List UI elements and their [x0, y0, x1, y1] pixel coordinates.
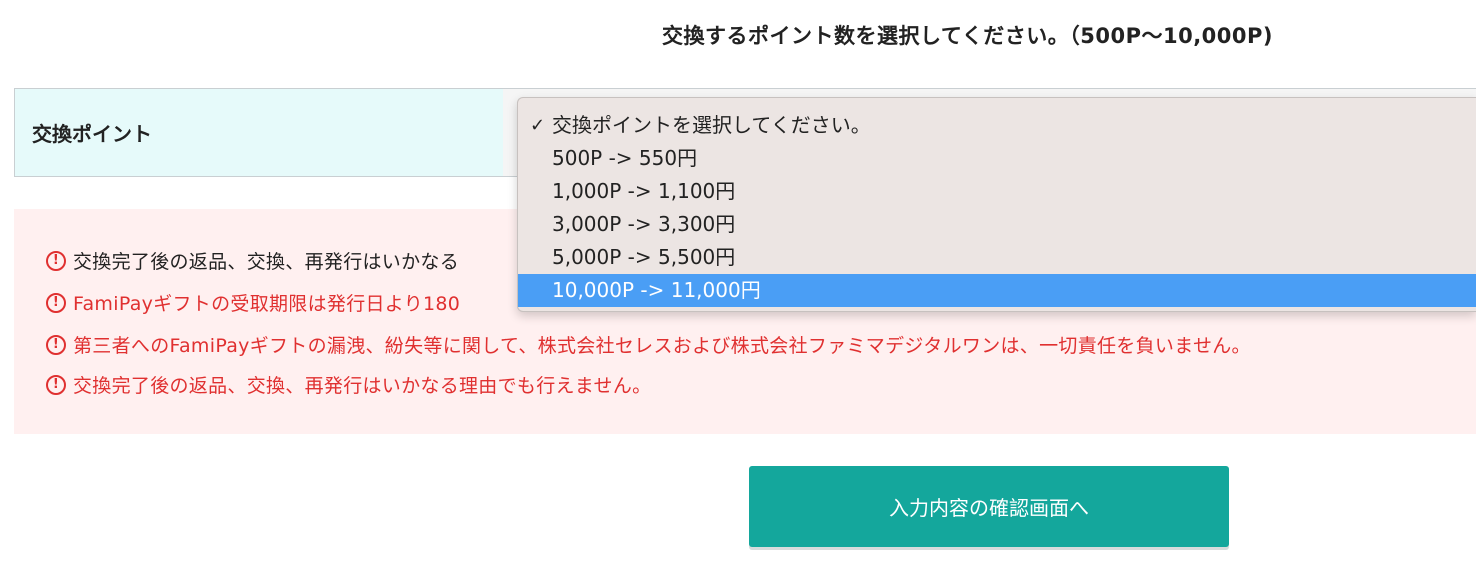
dropdown-option-1000p[interactable]: 1,000P -> 1,100円	[518, 175, 1476, 208]
option-label: 交換ポイントを選択してください。	[552, 113, 871, 137]
exchange-point-dropdown-menu: ✓ 交換ポイントを選択してください。 500P -> 550円 1,000P -…	[517, 97, 1476, 312]
notice-text: FamiPayギフトの受取期限は発行日より180	[73, 293, 461, 315]
notice-text: 交換完了後の返品、交換、再発行はいかなる	[73, 251, 460, 273]
warning-icon: !	[46, 334, 66, 355]
option-label: 3,000P -> 3,300円	[552, 212, 736, 236]
dropdown-option-3000p[interactable]: 3,000P -> 3,300円	[518, 208, 1476, 241]
dropdown-option-placeholder[interactable]: ✓ 交換ポイントを選択してください。	[518, 109, 1476, 142]
notice-line-4: ! 交換完了後の返品、交換、再発行はいかなる理由でも行えません。	[46, 371, 651, 398]
checkmark-icon: ✓	[530, 115, 546, 136]
notice-text: 第三者へのFamiPayギフトの漏洩、紛失等に関して、株式会社セレスおよび株式会…	[73, 335, 1251, 357]
dropdown-option-5000p[interactable]: 5,000P -> 5,500円	[518, 241, 1476, 274]
notice-line-2: ! FamiPayギフトの受取期限は発行日より180	[46, 289, 460, 316]
dropdown-option-10000p[interactable]: 10,000P -> 11,000円	[518, 274, 1476, 307]
warning-icon: !	[46, 250, 66, 271]
confirm-input-button[interactable]: 入力内容の確認画面へ	[749, 466, 1229, 547]
warning-icon: !	[46, 374, 66, 395]
option-label: 10,000P -> 11,000円	[552, 278, 761, 302]
instruction-heading: 交換するポイント数を選択してください。（500P〜10,000P)	[662, 24, 1273, 48]
option-label: 5,000P -> 5,500円	[552, 245, 736, 269]
dropdown-option-500p[interactable]: 500P -> 550円	[518, 142, 1476, 175]
option-label: 1,000P -> 1,100円	[552, 179, 736, 203]
option-label: 500P -> 550円	[552, 146, 698, 170]
exchange-point-label: 交換ポイント	[15, 89, 503, 176]
warning-icon: !	[46, 292, 66, 313]
notice-line-3: ! 第三者へのFamiPayギフトの漏洩、紛失等に関して、株式会社セレスおよび株…	[46, 331, 1251, 358]
notice-text: 交換完了後の返品、交換、再発行はいかなる理由でも行えません。	[73, 375, 652, 397]
notice-line-1: ! 交換完了後の返品、交換、再発行はいかなる	[46, 247, 459, 274]
